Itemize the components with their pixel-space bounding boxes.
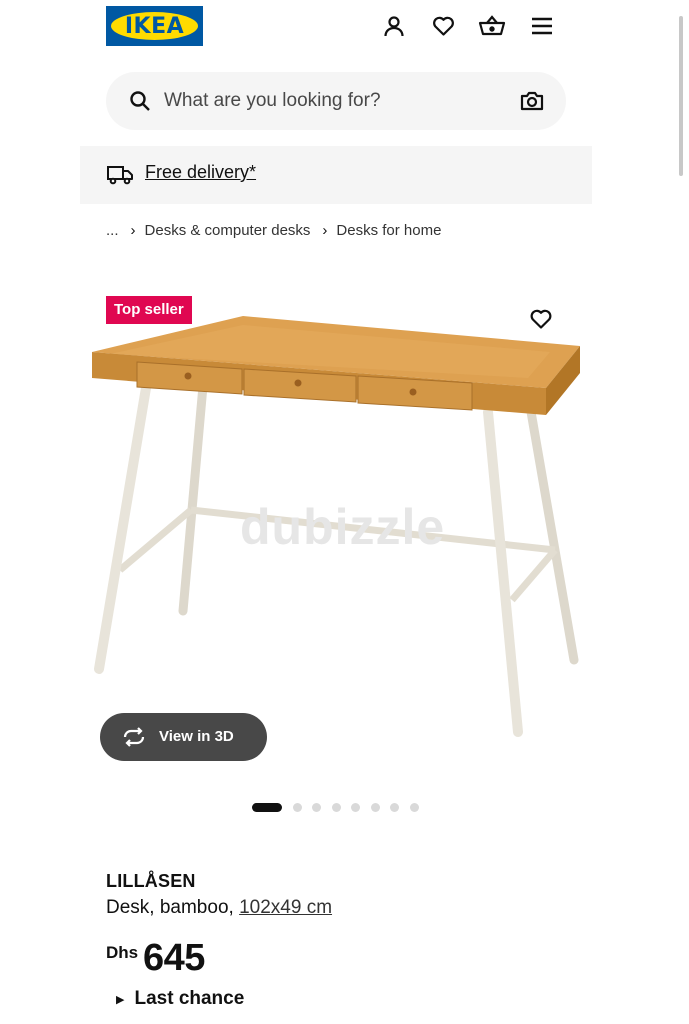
menu-icon[interactable] xyxy=(528,12,556,40)
search-icon[interactable] xyxy=(128,89,152,118)
product-type: Desk, bamboo, xyxy=(106,897,240,918)
breadcrumb-desks-for-home[interactable]: Desks for home xyxy=(336,222,441,239)
last-chance-toggle[interactable]: ▶ Last chance xyxy=(116,988,244,1010)
search-bar[interactable]: What are you looking for? xyxy=(106,72,566,130)
chevron-right-icon: › xyxy=(322,221,328,239)
view-in-3d-button[interactable]: View in 3D xyxy=(100,713,267,761)
breadcrumb-desks-computer-desks[interactable]: Desks & computer desks xyxy=(145,222,311,239)
rotate-3d-icon xyxy=(121,726,147,752)
product-description: Desk, bamboo, 102x49 cm xyxy=(106,897,332,919)
price-value: 645 xyxy=(143,937,205,979)
basket-icon[interactable] xyxy=(478,12,506,40)
user-icon[interactable] xyxy=(380,12,408,40)
logo-text: IKEA xyxy=(124,13,185,39)
product-name: LILLÅSEN xyxy=(106,871,196,891)
favorite-heart-icon[interactable] xyxy=(528,307,554,336)
heart-icon[interactable] xyxy=(429,12,457,40)
carousel-dot-active[interactable] xyxy=(252,802,282,812)
carousel-dot[interactable] xyxy=(351,802,360,812)
product-size-link[interactable]: 102x49 cm xyxy=(239,897,332,918)
truck-icon xyxy=(106,162,134,191)
chevron-right-icon: › xyxy=(130,221,136,239)
carousel-dot[interactable] xyxy=(370,802,380,812)
delivery-banner: Free delivery* xyxy=(80,146,592,204)
carousel-dot[interactable] xyxy=(390,802,399,812)
carousel-dot[interactable] xyxy=(292,802,302,812)
price-currency: Dhs xyxy=(106,943,139,962)
carousel-dot[interactable] xyxy=(331,802,341,812)
camera-icon[interactable] xyxy=(519,89,545,118)
top-seller-badge: Top seller xyxy=(106,296,192,324)
last-chance-label: Last chance xyxy=(134,988,245,1009)
free-delivery-link[interactable]: Free delivery* xyxy=(145,146,256,198)
triangle-right-icon: ▶ xyxy=(116,993,125,1006)
carousel-dot[interactable] xyxy=(312,802,321,812)
image-carousel-dots[interactable] xyxy=(252,801,419,813)
scrollbar[interactable] xyxy=(679,16,683,176)
breadcrumb-ellipsis[interactable]: ... xyxy=(106,222,119,239)
product-image[interactable]: dubizzle xyxy=(80,270,592,780)
view-in-3d-label: View in 3D xyxy=(159,728,234,745)
watermark: dubizzle xyxy=(240,499,446,555)
carousel-dot[interactable] xyxy=(409,802,419,812)
ikea-logo[interactable]: IKEA xyxy=(106,6,203,46)
search-input[interactable]: What are you looking for? xyxy=(164,72,381,130)
breadcrumb: ... › Desks & computer desks › Desks for… xyxy=(106,218,441,242)
